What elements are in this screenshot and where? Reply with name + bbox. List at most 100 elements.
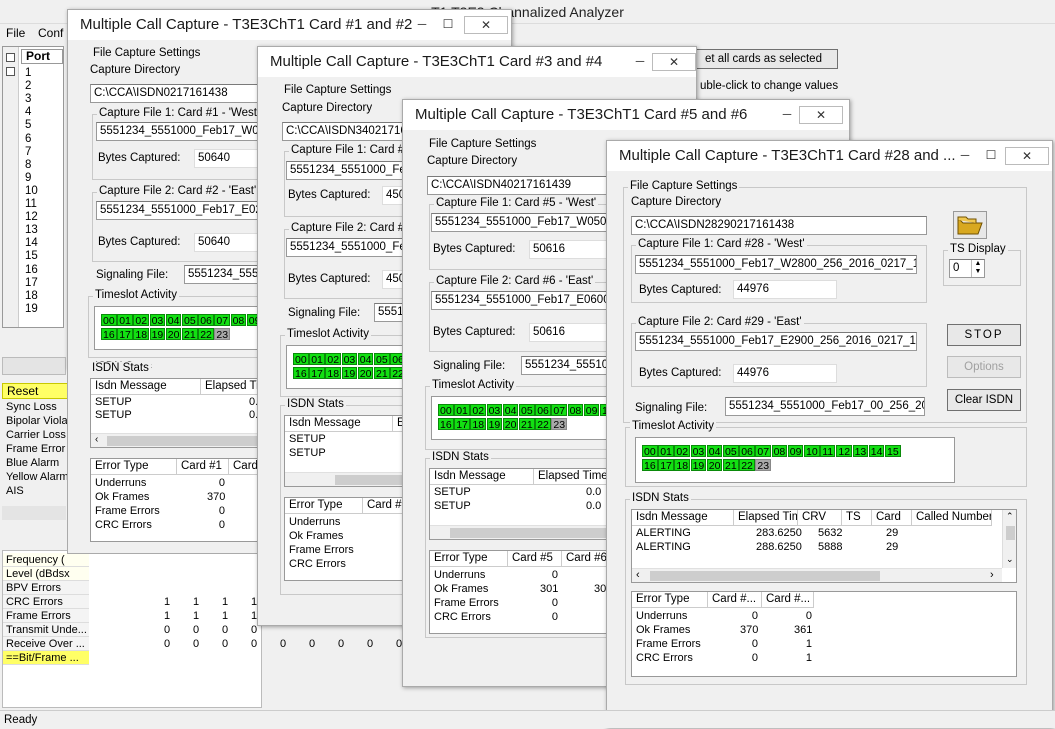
port-row[interactable]: 4	[25, 106, 31, 119]
close-icon[interactable]: ✕	[464, 16, 508, 34]
isdn-message-list[interactable]: Isdn Message Elapsed Time SETUP 0.0 SETU…	[429, 468, 609, 540]
reset-button[interactable]: Reset	[2, 383, 68, 399]
capture-directory-field[interactable]: C:\CCA\ISDN34021716	[282, 122, 412, 141]
capture-file2-field[interactable]: 5551234_5551000_Feb17_E2900_256_2016_021…	[635, 332, 917, 351]
port-row[interactable]: 11	[25, 198, 37, 211]
error-type-list[interactable]: Error Type Card #5 Card #6 Underruns 0 0 Ok…	[429, 550, 609, 634]
isdn-column-header[interactable]: Called Number	[912, 510, 992, 526]
port-row[interactable]: 14	[25, 237, 38, 250]
card-b-header[interactable]: Card #6	[562, 551, 608, 567]
signaling-file-field[interactable]: 5551234_5551	[184, 265, 264, 284]
close-icon[interactable]: ✕	[799, 106, 843, 124]
folder-open-icon[interactable]	[953, 211, 987, 239]
scroll-thumb[interactable]	[107, 436, 257, 446]
error-type-list[interactable]: Error Type Card #1 Card # Underruns 0 Ok F…	[90, 458, 270, 542]
maximize-icon[interactable]: ☐	[438, 16, 458, 34]
menu-config[interactable]: Conf	[38, 26, 63, 40]
capture-window-card28[interactable]: Multiple Call Capture - T3E3ChT1 Card #2…	[606, 140, 1053, 728]
elapsed-time-header[interactable]: Elapsed Time	[534, 469, 608, 485]
menu-file[interactable]: File	[6, 26, 25, 40]
port-row[interactable]: 7	[25, 146, 31, 159]
scroll-left-icon[interactable]: ‹	[95, 434, 98, 445]
port-row[interactable]: 5	[25, 119, 31, 132]
signaling-file-field[interactable]: 5551234_555100	[521, 356, 619, 375]
isdn-list-vscroll[interactable]: ⌃ ⌄	[1002, 510, 1016, 568]
port-column-header[interactable]: Port	[21, 49, 63, 64]
set-all-cards-button[interactable]: et all cards as selected	[694, 49, 838, 69]
isdn-column-header[interactable]: Elapsed Time	[734, 510, 798, 526]
scroll-left-icon[interactable]: ‹	[636, 569, 640, 581]
isdn-message-header[interactable]: Isdn Message	[91, 379, 201, 395]
port-row[interactable]: 9	[25, 172, 31, 185]
deselect-box[interactable]	[6, 67, 15, 76]
scroll-down-icon[interactable]: ⌄	[1006, 554, 1014, 565]
clear-isdn-button[interactable]: Clear ISDN	[947, 389, 1021, 411]
capture-file2-field[interactable]: 5551234_5551000_Feb17_E0600_2	[431, 291, 619, 310]
bytes-captured1-field: 44976	[733, 280, 837, 299]
scroll-thumb[interactable]	[650, 571, 880, 581]
close-icon[interactable]: ✕	[1005, 147, 1049, 165]
isdn-message-list[interactable]: Isdn MessageElapsed TimeCRVTSCardCalled …	[631, 509, 1017, 583]
signaling-file-field[interactable]: 5551234_5551000_Feb17_00_256_2016	[725, 397, 925, 416]
port-row[interactable]: 1	[25, 67, 31, 80]
port-row[interactable]: 12	[25, 211, 38, 224]
port-list[interactable]: Port 1 2 3 4 5 6 7 8 9 10 11 12 13 14 15 16 17 18 19	[2, 46, 64, 328]
scroll-up-icon[interactable]: ⌃	[1006, 511, 1014, 522]
close-icon[interactable]: ✕	[652, 53, 696, 71]
options-button[interactable]: Options	[947, 356, 1021, 378]
card-a-header[interactable]: Card #...	[708, 592, 762, 608]
error-type-header[interactable]: Error Type	[285, 498, 363, 514]
isdn-list-hscroll[interactable]: ‹ ›	[632, 568, 1002, 582]
scroll-right-icon[interactable]: ›	[990, 569, 994, 581]
select-all-box[interactable]	[6, 53, 15, 62]
capture-file1-field[interactable]: 5551234_5551000_Feb17_W0500_	[431, 213, 619, 232]
card-a-header[interactable]: Card #5	[508, 551, 562, 567]
port-row[interactable]: 18	[25, 290, 38, 303]
minimize-icon[interactable]: ─	[412, 16, 432, 34]
timeslot-cell: 02	[674, 445, 691, 458]
port-row[interactable]: 16	[25, 264, 38, 277]
vscroll-thumb[interactable]	[1006, 526, 1015, 540]
isdn-column-header[interactable]: CRV	[798, 510, 842, 526]
isdn-column-header[interactable]: Card	[872, 510, 912, 526]
port-row[interactable]: 6	[25, 133, 31, 146]
port-row[interactable]: 15	[25, 250, 38, 263]
isdn-message-header[interactable]: Isdn Message	[285, 416, 393, 432]
port-row[interactable]: 13	[25, 224, 38, 237]
maximize-icon[interactable]: ☐	[981, 147, 1001, 165]
ts-spinner-icon[interactable]: ▲ ▼	[971, 260, 984, 277]
error-type-header[interactable]: Error Type	[91, 459, 177, 475]
isdn-message-header[interactable]: Isdn Message	[430, 469, 534, 485]
isdn-column-header[interactable]: TS	[842, 510, 872, 526]
minimize-icon[interactable]: ─	[777, 106, 797, 124]
isdn-list-hscroll[interactable]: ‹	[91, 433, 269, 447]
isdn-row-time: 283.6250	[756, 527, 802, 539]
alarm-scrollbar[interactable]	[2, 506, 66, 520]
card-a-header[interactable]: Card #1	[177, 459, 229, 475]
stop-button[interactable]: STOP	[947, 324, 1021, 346]
capture-file2-field[interactable]: 5551234_5551000_Feb	[286, 238, 416, 257]
capture-file1-field[interactable]: 5551234_5551000_Feb17_W2800_256_2016_021…	[635, 255, 917, 274]
capture-file1-field[interactable]: 5551234_5551000_Feb17_W010	[96, 122, 276, 141]
error-type-list[interactable]: Error Type Card #... Card #... Underruns…	[631, 591, 1017, 677]
minimize-icon[interactable]: ─	[630, 53, 650, 71]
card-b-header[interactable]: Card #...	[762, 592, 814, 608]
capture-directory-field[interactable]: C:\CCA\ISDN40217161439	[427, 176, 617, 195]
isdn-list-hscroll[interactable]	[430, 525, 608, 539]
capture-file1-field[interactable]: 5551234_5551000_Feb	[286, 161, 416, 180]
error-type-header[interactable]: Error Type	[632, 592, 708, 608]
scroll-thumb[interactable]	[450, 528, 608, 538]
capture-directory-field[interactable]: C:\CCA\ISDN28290217161438	[631, 216, 927, 235]
port-row[interactable]: 17	[25, 277, 38, 290]
port-row[interactable]: 3	[25, 93, 31, 106]
isdn-message-list[interactable]: Isdn Message Elapsed Time SETUP 0. SETUP…	[90, 378, 270, 448]
port-row[interactable]: 10	[25, 185, 38, 198]
minimize-icon[interactable]: ─	[955, 147, 975, 165]
capture-directory-field[interactable]: C:\CCA\ISDN0217161438	[90, 84, 260, 103]
error-type-header[interactable]: Error Type	[430, 551, 508, 567]
port-row[interactable]: 8	[25, 159, 31, 172]
isdn-column-header[interactable]: Isdn Message	[632, 510, 734, 526]
capture-file2-field[interactable]: 5551234_5551000_Feb17_E020	[96, 201, 276, 220]
port-row[interactable]: 2	[25, 80, 31, 93]
port-row[interactable]: 19	[25, 303, 38, 316]
